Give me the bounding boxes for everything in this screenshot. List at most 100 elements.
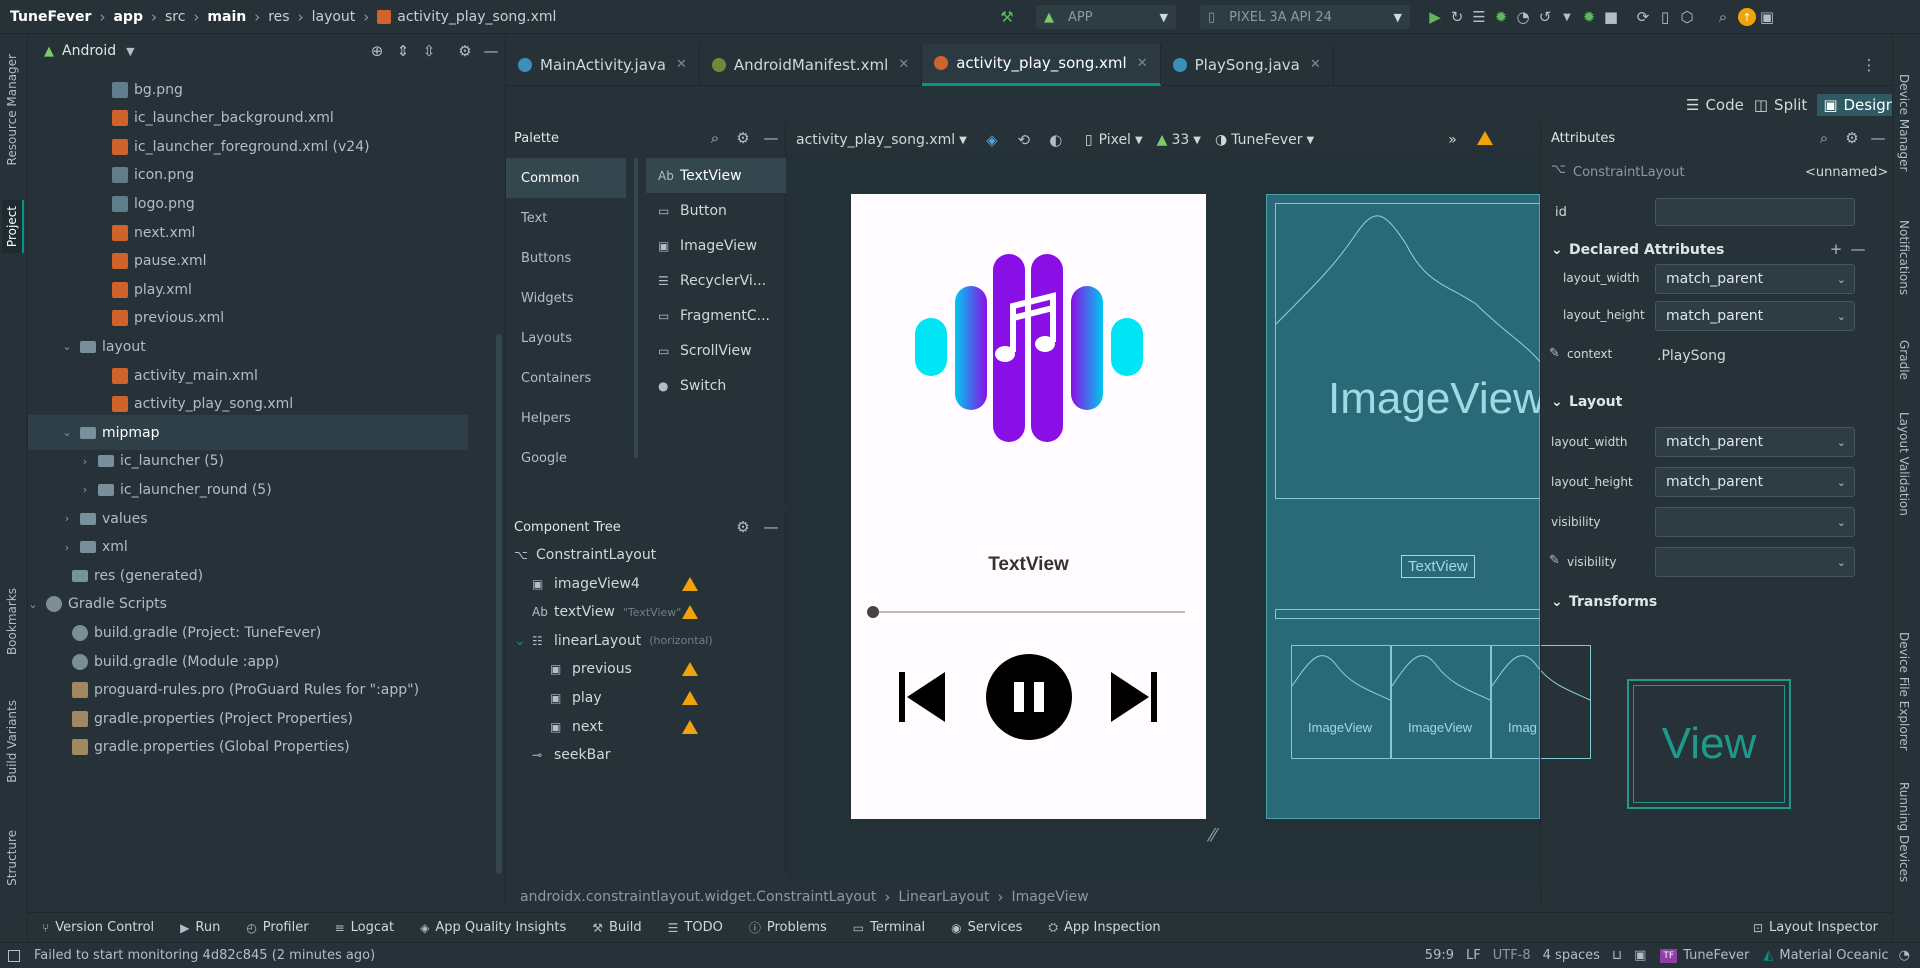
device-manager-icon[interactable]: ▯ xyxy=(1654,6,1676,28)
attach-debugger-icon[interactable]: ✹ xyxy=(1578,6,1600,28)
caret-position[interactable]: 59:9 xyxy=(1425,948,1454,963)
project-tree-item[interactable]: gradle.properties (Global Properties) xyxy=(72,730,350,765)
palette-category[interactable]: Layouts xyxy=(506,318,626,358)
hide-icon[interactable]: — xyxy=(480,40,502,62)
search-icon[interactable]: ⌕ xyxy=(1813,127,1835,149)
tab-gradle[interactable]: Gradle xyxy=(1897,340,1911,380)
chevron-down-icon[interactable]: ▼ xyxy=(1193,135,1201,146)
design-view-button[interactable]: ▣ Design xyxy=(1817,94,1902,116)
apply-changes-icon[interactable]: ☰ xyxy=(1468,6,1490,28)
gear-icon[interactable]: ⚙ xyxy=(732,127,754,149)
declared-width-select[interactable]: match_parent ⌄ xyxy=(1655,264,1855,294)
search-icon[interactable]: ⌕ xyxy=(1712,6,1734,28)
declared-height-select[interactable]: match_parent ⌄ xyxy=(1655,301,1855,331)
chevron-down-icon[interactable]: ▼ xyxy=(126,45,134,58)
close-icon[interactable]: ✕ xyxy=(676,57,687,72)
next-button[interactable] xyxy=(1111,672,1157,722)
remove-attribute-icon[interactable]: — xyxy=(1847,238,1869,260)
theme-name[interactable]: Material Oceanic xyxy=(1779,948,1888,963)
layers-icon[interactable]: ◈ xyxy=(981,129,1003,151)
tab-device-manager[interactable]: Device Manager xyxy=(1897,74,1911,171)
tab-structure[interactable]: Structure xyxy=(2,824,22,892)
profile-icon[interactable]: ◔ xyxy=(1512,6,1534,28)
device-select[interactable]: Pixel xyxy=(1099,132,1131,148)
device-select[interactable]: ▯ PIXEL 3A API 24 ▼ xyxy=(1200,5,1410,29)
palette-item[interactable]: ▣ ImageView xyxy=(646,228,786,263)
close-icon[interactable]: ✕ xyxy=(1137,56,1148,71)
project-view-select[interactable]: Android xyxy=(62,43,116,59)
chevron-down-icon[interactable]: ⌄ xyxy=(514,633,526,649)
palette-item[interactable]: ☰ RecyclerVi... xyxy=(646,263,786,298)
crumb-file[interactable]: activity_play_song.xml xyxy=(397,9,556,25)
crumb-res[interactable]: res xyxy=(268,9,289,25)
expand-all-icon[interactable]: ⇕ xyxy=(392,40,414,62)
palette-category[interactable]: Widgets xyxy=(506,278,626,318)
palette-item[interactable]: Ab TextView xyxy=(646,158,786,193)
phone-preview[interactable]: TextView xyxy=(851,194,1206,819)
chevron-down-icon[interactable]: ▼ xyxy=(959,135,967,146)
locate-icon[interactable]: ⊕ xyxy=(366,40,388,62)
project-name-status[interactable]: TuneFever xyxy=(1683,948,1749,963)
status-box-icon[interactable] xyxy=(8,949,20,962)
layout-inspector-button[interactable]: ⊡ Layout Inspector xyxy=(1753,920,1878,935)
id-input[interactable] xyxy=(1655,198,1855,226)
breadcrumb-root[interactable]: androidx.constraintlayout.widget.Constra… xyxy=(520,889,876,905)
bottom-tool-button[interactable]: ⚒ Build xyxy=(592,920,641,935)
search-icon[interactable]: ⌕ xyxy=(704,127,726,149)
tab-resource-manager[interactable]: Resource Manager xyxy=(2,48,22,171)
palette-item[interactable]: ▭ Button xyxy=(646,193,786,228)
sdk-manager-icon[interactable]: ⬡ xyxy=(1676,6,1698,28)
hide-icon[interactable]: — xyxy=(760,127,782,149)
rerun-icon[interactable]: ↻ xyxy=(1446,6,1468,28)
layout-file-select[interactable]: activity_play_song.xml xyxy=(796,132,955,148)
collapse-all-icon[interactable]: ⇳ xyxy=(418,40,440,62)
layout-section-chevron[interactable]: ⌄ xyxy=(1551,394,1563,410)
notifications-icon[interactable]: ◔ xyxy=(1899,948,1910,963)
tab-running-devices[interactable]: Running Devices xyxy=(1897,782,1911,882)
tools-visibility-select[interactable]: ⌄ xyxy=(1655,547,1855,577)
close-icon[interactable]: ✕ xyxy=(898,57,909,72)
more-icon[interactable]: ⋮ xyxy=(1858,54,1880,76)
palette-category[interactable]: Google xyxy=(506,438,626,478)
bottom-tool-button[interactable]: ▭ Terminal xyxy=(853,920,925,935)
lock-icon[interactable]: ⊔ xyxy=(1612,948,1622,963)
warning-icon[interactable] xyxy=(682,576,698,591)
theme-select[interactable]: TuneFever xyxy=(1231,132,1302,148)
run-icon[interactable]: ▶ xyxy=(1424,6,1446,28)
crumb-main[interactable]: main xyxy=(207,9,246,25)
previous-button[interactable] xyxy=(899,672,945,722)
declared-section-chevron[interactable]: ⌄ xyxy=(1551,242,1563,258)
tab-bookmarks[interactable]: Bookmarks xyxy=(2,582,22,661)
warning-icon[interactable] xyxy=(682,691,698,705)
context-value[interactable]: .PlaySong xyxy=(1657,348,1726,364)
seek-bar-thumb[interactable] xyxy=(867,606,879,618)
line-separator[interactable]: LF xyxy=(1466,948,1481,963)
breadcrumb-image[interactable]: ImageView xyxy=(1011,889,1088,905)
indent-setting[interactable]: 4 spaces xyxy=(1543,948,1600,963)
editor-tab[interactable]: MainActivity.java ✕ xyxy=(506,43,700,86)
run-config-select[interactable]: ▲ APP ▼ xyxy=(1036,5,1176,29)
editor-tab[interactable]: AndroidManifest.xml ✕ xyxy=(700,43,923,86)
chevron-down-icon[interactable]: ⌄ xyxy=(60,426,74,439)
palette-item[interactable]: ● Switch xyxy=(646,368,786,403)
overflow-icon[interactable]: » xyxy=(1448,132,1457,148)
palette-category[interactable]: Common xyxy=(506,158,626,198)
visibility-select[interactable]: ⌄ xyxy=(1655,507,1855,537)
layout-width-select[interactable]: match_parent ⌄ xyxy=(1655,427,1855,457)
tab-project[interactable]: Project xyxy=(2,200,24,254)
transforms-section-title[interactable]: Transforms xyxy=(1569,594,1657,610)
debug-icon[interactable]: ✹ xyxy=(1490,6,1512,28)
gear-icon[interactable]: ⚙ xyxy=(732,516,754,538)
crumb-src[interactable]: src xyxy=(165,9,185,25)
project-name[interactable]: TuneFever xyxy=(10,9,91,25)
chevron-right-icon[interactable]: › xyxy=(60,541,74,554)
declared-attributes-title[interactable]: Declared Attributes xyxy=(1569,242,1724,258)
add-attribute-icon[interactable]: + xyxy=(1825,238,1847,260)
palette-item[interactable]: ▭ FragmentC... xyxy=(646,298,786,333)
stop-icon[interactable]: ■ xyxy=(1600,6,1622,28)
editor-tab[interactable]: activity_play_song.xml ✕ xyxy=(922,43,1161,86)
component-tree-item[interactable]: ⊸ seekBar xyxy=(532,738,611,772)
bottom-tool-button[interactable]: ⑂ Version Control xyxy=(42,920,154,935)
blueprint-view[interactable]: ImageView TextView ImageView ImageView Ima… xyxy=(1266,194,1591,819)
api-select[interactable]: 33 xyxy=(1171,132,1189,148)
